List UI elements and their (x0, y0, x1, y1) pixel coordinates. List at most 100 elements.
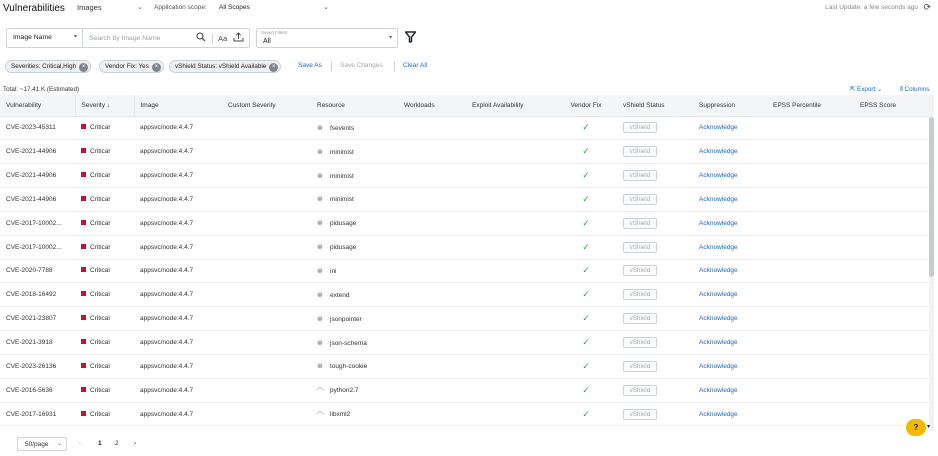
scrollbar-thumb[interactable] (929, 117, 934, 277)
cell-resource[interactable]: ⊛ minimist (311, 187, 398, 212)
columns-button[interactable]: ⦀ Columns (900, 86, 929, 94)
column-header-exploit-availability[interactable]: Exploit Availability (466, 95, 555, 117)
cell-vulnerability[interactable]: CVE-2018-16492 (0, 282, 75, 308)
vshield-badge[interactable]: vShield (623, 217, 657, 229)
vshield-badge[interactable]: vShield (623, 170, 657, 182)
table-scrollbar[interactable] (929, 95, 934, 430)
table-row[interactable]: CVE-2023-26136 Critical appsvc/node:4.4.7 ⊛… (0, 354, 930, 379)
cell-image[interactable]: appsvc/node:4.4.7 (134, 282, 222, 308)
column-header-epss-percentile[interactable]: EPSS Percentile (767, 95, 854, 117)
next-page-icon[interactable]: › (134, 440, 136, 447)
vshield-badge[interactable]: vShield (623, 265, 657, 277)
vshield-badge[interactable]: vShield (623, 193, 657, 205)
cell-image[interactable]: appsvc/node:4.4.7 (134, 211, 222, 236)
table-row[interactable]: CVE-2021-3918 Critical appsvc/node:4.4.7 ⊛ j… (0, 330, 930, 355)
save-as-link[interactable]: Save As (298, 62, 322, 69)
cell-image[interactable]: appsvc/node:4.4.7 (134, 187, 222, 212)
acknowledge-link[interactable]: Acknowledge (699, 220, 738, 227)
column-header-severity[interactable]: Severity ↓ (75, 95, 135, 117)
help-icon[interactable]: ? (906, 419, 926, 436)
cell-image[interactable]: appsvc/node:4.4.7 (134, 306, 222, 332)
filter-chip-vshield-status[interactable]: vShield Status: vShield Available × (169, 60, 282, 73)
close-icon[interactable]: × (269, 62, 279, 72)
view-select[interactable]: Images ⌄ (77, 3, 143, 12)
refresh-icon[interactable]: ⟳ (923, 2, 931, 13)
vshield-badge[interactable]: vShield (623, 313, 657, 325)
table-row[interactable]: CVE-2020-7788 Critical appsvc/node:4.4.7 ⊛ i… (0, 259, 930, 284)
cell-image[interactable]: appsvc/node:4.4.7 (134, 163, 222, 189)
column-header-vulnerability[interactable]: Vulnerability (0, 95, 76, 117)
acknowledge-link[interactable]: Acknowledge (699, 148, 738, 155)
vshield-badge[interactable]: vShield (623, 408, 657, 420)
page-1[interactable]: 1 (98, 440, 102, 447)
acknowledge-link[interactable]: Acknowledge (699, 315, 738, 322)
acknowledge-link[interactable]: Acknowledge (699, 387, 738, 394)
cell-vulnerability[interactable]: CVE-2016-5636 (0, 378, 75, 403)
table-row[interactable]: CVE-2021-44906 Critical appsvc/node:4.4.7 ⊛… (0, 139, 930, 165)
cell-image[interactable]: appsvc/node:4.4.7 (134, 116, 222, 141)
search-input[interactable] (89, 31, 199, 45)
cell-resource[interactable]: ⊛ minimist (311, 139, 398, 165)
vshield-badge[interactable]: vShield (623, 337, 657, 349)
match-case-toggle[interactable]: Aa (218, 34, 227, 43)
cell-resource[interactable]: ⊛ fsevents (311, 116, 398, 141)
cell-vulnerability[interactable]: CVE-2017-16931 (0, 402, 75, 427)
cell-image[interactable]: appsvc/node:4.4.7 (134, 139, 222, 165)
column-header-resource[interactable]: Resource (311, 95, 398, 117)
table-row[interactable]: CVE-2017-10002... Critical appsvc/node:4.4… (0, 235, 930, 260)
filter-chip-severities[interactable]: Severities: Critical,High × (5, 60, 92, 73)
prev-page-icon[interactable]: ‹ (79, 440, 81, 447)
acknowledge-link[interactable]: Acknowledge (699, 363, 738, 370)
vshield-badge[interactable]: vShield (623, 241, 657, 253)
caret-down-icon[interactable]: ▾ (927, 423, 930, 430)
cell-image[interactable]: appsvc/node:4.4.7 (134, 235, 222, 260)
acknowledge-link[interactable]: Acknowledge (699, 124, 738, 131)
clear-all-link[interactable]: Clear All (403, 62, 427, 69)
table-row[interactable]: CVE-2021-23807 Critical appsvc/node:4.4.7 ⊛… (0, 306, 930, 332)
page-2[interactable]: 2 (115, 440, 119, 447)
cell-resource[interactable]: ⊛ ini (311, 259, 398, 284)
table-row[interactable]: CVE-2016-5636 Critical appsvc/node:4.4.7 ◠ p… (0, 378, 930, 403)
column-header-epss-score[interactable]: EPSS Score (854, 95, 930, 117)
close-icon[interactable]: × (151, 62, 161, 72)
cell-image[interactable]: appsvc/node:4.4.7 (134, 354, 222, 379)
cell-vulnerability[interactable]: CVE-2021-44906 (0, 139, 75, 165)
vshield-badge[interactable]: vShield (623, 146, 657, 158)
column-header-workloads[interactable]: Workloads (398, 95, 466, 117)
cell-resource[interactable]: ⊛ jsonpointer (311, 306, 398, 332)
acknowledge-link[interactable]: Acknowledge (699, 244, 738, 251)
filter-icon[interactable] (404, 31, 417, 45)
table-row[interactable]: CVE-2021-44906 Critical appsvc/node:4.4.7 ⊛… (0, 163, 930, 189)
acknowledge-link[interactable]: Acknowledge (699, 267, 738, 274)
cell-resource[interactable]: ⊛ minimist (311, 163, 398, 189)
cell-image[interactable]: appsvc/node:4.4.7 (134, 330, 222, 355)
vshield-badge[interactable]: vShield (623, 384, 657, 396)
cell-image[interactable]: appsvc/node:4.4.7 (134, 259, 222, 284)
cell-resource[interactable]: ⊛ json-schema (311, 330, 398, 355)
filter-chip-vendor-fix[interactable]: Vendor Fix: Yes × (99, 60, 164, 73)
export-button[interactable]: ⇱ Export ⌄ (850, 86, 882, 93)
column-header-vendor-fix[interactable]: Vendor Fix (555, 95, 617, 117)
acknowledge-link[interactable]: Acknowledge (699, 411, 738, 418)
vshield-badge[interactable]: vShield (623, 289, 657, 301)
cell-vulnerability[interactable]: CVE-2021-44906 (0, 163, 75, 189)
acknowledge-link[interactable]: Acknowledge (699, 172, 738, 179)
acknowledge-link[interactable]: Acknowledge (699, 339, 738, 346)
per-page-select[interactable]: 50/page ⌄ (17, 437, 67, 451)
search-icon[interactable] (196, 32, 206, 44)
table-row[interactable]: CVE-2023-45311 Critical appsvc/node:4.4.7 ⊛… (0, 116, 930, 141)
cell-vulnerability[interactable]: CVE-2020-7788 (0, 259, 75, 284)
upload-icon[interactable] (233, 32, 244, 44)
column-header-suppression[interactable]: Suppression (693, 95, 767, 117)
table-row[interactable]: CVE-2017-16931 Critical appsvc/node:4.4.7 ◠… (0, 402, 930, 427)
cell-resource[interactable]: ⊛ pidusage (311, 235, 398, 260)
save-changes-link[interactable]: Save Changes (340, 62, 383, 69)
cell-vulnerability[interactable]: CVE-2023-45311 (0, 116, 75, 141)
scope-select[interactable]: All Scopes (219, 4, 250, 11)
chevron-down-icon[interactable]: ⌄ (323, 3, 329, 11)
vshield-badge[interactable]: vShield (623, 122, 657, 134)
acknowledge-link[interactable]: Acknowledge (699, 291, 738, 298)
search-attribute-select[interactable]: Image Name ▾ (7, 29, 83, 47)
table-row[interactable]: CVE-2021-44906 Critical appsvc/node:4.4.7 ⊛… (0, 187, 930, 212)
cell-vulnerability[interactable]: CVE-2017-10002... (0, 235, 75, 260)
